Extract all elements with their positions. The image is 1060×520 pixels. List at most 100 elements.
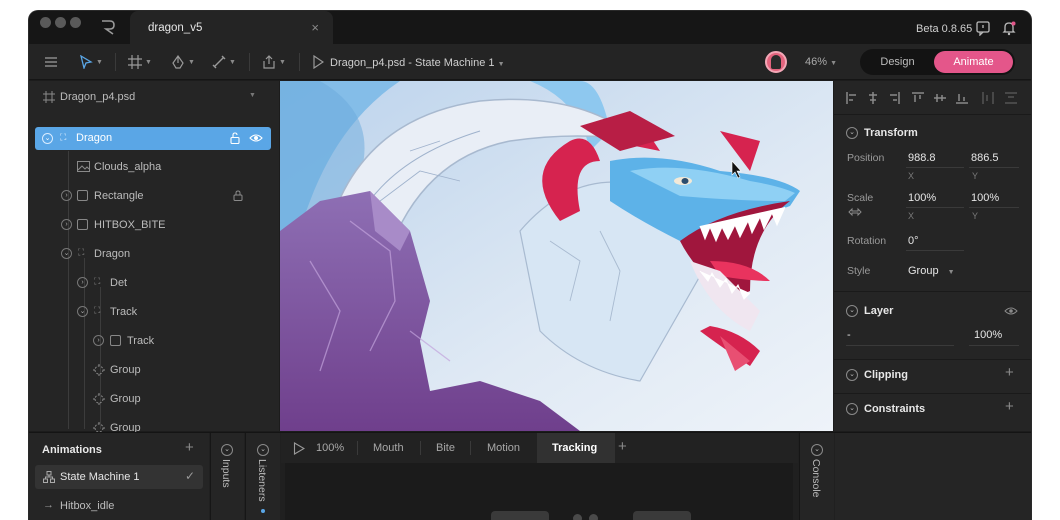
lock-icon[interactable] bbox=[233, 190, 243, 201]
tree-item-dragon-group[interactable]: ⌄ ⛶ Dragon bbox=[29, 242, 279, 266]
maximize-window-button[interactable] bbox=[70, 17, 81, 28]
state-machine-item[interactable]: State Machine 1 ✓ bbox=[35, 465, 203, 489]
expand-icon[interactable]: › bbox=[77, 277, 88, 288]
tree-item-group-1[interactable]: Group bbox=[29, 358, 279, 382]
x-axis-label: X bbox=[908, 171, 915, 181]
export-tool-button[interactable]: ▼ bbox=[262, 53, 286, 71]
transition-handle[interactable] bbox=[573, 514, 582, 520]
field-underline bbox=[906, 167, 964, 168]
unlock-icon[interactable] bbox=[229, 132, 241, 144]
collapse-icon[interactable]: ⌄ bbox=[846, 403, 858, 415]
image-icon bbox=[77, 161, 90, 172]
collapse-icon[interactable]: ⌄ bbox=[61, 248, 72, 259]
distribute-vertical-icon[interactable] bbox=[1005, 92, 1017, 104]
expand-icon[interactable]: › bbox=[93, 335, 104, 346]
distribute-horizontal-icon[interactable] bbox=[982, 92, 994, 104]
bone-tool-button[interactable]: ▼ bbox=[212, 53, 236, 71]
tree-item-rectangle[interactable]: › Rectangle bbox=[29, 184, 279, 208]
link-scale-icon[interactable] bbox=[848, 207, 862, 217]
pointer-icon bbox=[80, 55, 93, 69]
document-tab[interactable]: dragon_v5 × bbox=[130, 11, 333, 44]
field-underline bbox=[906, 207, 964, 208]
collapse-icon[interactable]: ⌄ bbox=[846, 369, 858, 381]
collapse-icon[interactable]: ⌄ bbox=[846, 127, 858, 139]
collapse-icon[interactable]: ⌄ bbox=[846, 305, 858, 317]
design-mode-button[interactable]: Design bbox=[860, 49, 935, 75]
align-center-horizontal-icon[interactable] bbox=[867, 92, 879, 104]
artboard-canvas[interactable] bbox=[280, 81, 833, 431]
collapse-icon[interactable]: ⌄ bbox=[42, 133, 53, 144]
align-top-icon[interactable] bbox=[912, 92, 924, 104]
add-clipping-button[interactable]: + bbox=[1005, 364, 1014, 381]
play-icon[interactable] bbox=[312, 55, 324, 69]
dragon-illustration bbox=[280, 81, 833, 431]
avatar[interactable] bbox=[765, 51, 787, 73]
blend-mode-field[interactable]: - bbox=[847, 329, 851, 341]
select-tool-button[interactable]: ▼ bbox=[79, 53, 103, 71]
state-machine-graph[interactable] bbox=[285, 463, 793, 520]
state-machine-selector[interactable]: Dragon_p4.psd - State Machine 1 ▼ bbox=[330, 57, 505, 69]
collapse-icon[interactable]: ⌄ bbox=[257, 444, 269, 456]
animate-mode-button[interactable]: Animate bbox=[934, 51, 1013, 73]
listeners-panel[interactable]: ⌄ Listeners bbox=[245, 433, 280, 520]
tree-item-track-shape[interactable]: › Track bbox=[29, 329, 279, 353]
toolbar-divider bbox=[115, 53, 116, 71]
add-animation-button[interactable]: + bbox=[185, 439, 194, 456]
expand-icon[interactable]: › bbox=[61, 190, 72, 201]
position-x-field[interactable]: 988.8 bbox=[908, 152, 936, 164]
add-constraint-button[interactable]: + bbox=[1005, 398, 1014, 415]
artboard-tool-button[interactable]: ▼ bbox=[128, 53, 152, 71]
console-panel[interactable]: ⌄ Console bbox=[799, 433, 834, 520]
align-bottom-icon[interactable] bbox=[956, 92, 968, 104]
artboard-row[interactable]: Dragon_p4.psd ▼ bbox=[29, 85, 279, 109]
style-dropdown[interactable]: Group ▼ bbox=[908, 265, 955, 277]
rotation-field[interactable]: 0° bbox=[908, 235, 919, 247]
close-window-button[interactable] bbox=[40, 17, 51, 28]
animation-list-item[interactable]: → Hitbox_idle bbox=[35, 495, 203, 517]
tab-motion[interactable]: Motion bbox=[487, 442, 520, 454]
close-tab-icon[interactable]: × bbox=[311, 20, 319, 35]
minimize-window-button[interactable] bbox=[55, 17, 66, 28]
tab-mouth[interactable]: Mouth bbox=[373, 442, 404, 454]
scale-y-field[interactable]: 100% bbox=[971, 192, 999, 204]
pen-tool-button[interactable]: ▼ bbox=[171, 53, 195, 71]
state-node[interactable] bbox=[491, 511, 549, 520]
scale-x-field[interactable]: 100% bbox=[908, 192, 936, 204]
notifications-bell-icon[interactable] bbox=[1001, 20, 1017, 36]
expand-icon[interactable]: › bbox=[61, 219, 72, 230]
style-value: Group bbox=[908, 265, 939, 277]
feedback-icon[interactable] bbox=[975, 20, 991, 36]
collapse-icon[interactable]: ⌄ bbox=[77, 306, 88, 317]
menu-icon[interactable] bbox=[43, 54, 59, 70]
position-y-field[interactable]: 886.5 bbox=[971, 152, 999, 164]
tree-item-det[interactable]: › ⛶ Det bbox=[29, 271, 279, 295]
add-tab-button[interactable]: + bbox=[618, 438, 627, 455]
inputs-panel[interactable]: ⌄ Inputs bbox=[210, 433, 244, 520]
version-label: Beta 0.8.65 bbox=[916, 23, 973, 35]
chevron-down-icon[interactable]: ▼ bbox=[249, 92, 256, 99]
align-center-vertical-icon[interactable] bbox=[934, 92, 946, 104]
bottom-right-panel bbox=[835, 433, 1031, 520]
timeline-zoom[interactable]: 100% bbox=[316, 442, 344, 454]
tree-item-dragon-selected[interactable]: ⌄ ⛶ Dragon bbox=[35, 127, 271, 150]
tree-item-clouds[interactable]: Clouds_alpha bbox=[29, 155, 279, 179]
rive-logo-icon[interactable] bbox=[101, 19, 115, 35]
inspector-panel: ⌄ Transform Position 988.8 X 886.5 Y Sca… bbox=[834, 81, 1031, 431]
tree-item-hitbox-bite[interactable]: › HITBOX_BITE bbox=[29, 213, 279, 237]
tree-item-track-group[interactable]: ⌄ ⛶ Track bbox=[29, 300, 279, 324]
tree-item-group-2[interactable]: Group bbox=[29, 387, 279, 411]
transition-handle[interactable] bbox=[589, 514, 598, 520]
opacity-field[interactable]: 100% bbox=[974, 329, 1002, 341]
collapse-icon[interactable]: ⌄ bbox=[221, 444, 233, 456]
tab-bite[interactable]: Bite bbox=[436, 442, 455, 454]
collapse-icon[interactable]: ⌄ bbox=[811, 444, 823, 456]
eye-icon[interactable] bbox=[249, 132, 263, 144]
state-node[interactable] bbox=[633, 511, 691, 520]
tab-tracking-active[interactable]: Tracking bbox=[537, 433, 615, 463]
align-right-icon[interactable] bbox=[888, 92, 900, 104]
artboard-name: Dragon_p4.psd bbox=[60, 91, 136, 103]
zoom-selector[interactable]: 46% ▼ bbox=[805, 56, 837, 68]
align-left-icon[interactable] bbox=[846, 92, 858, 104]
eye-icon[interactable] bbox=[1004, 306, 1018, 316]
play-icon[interactable] bbox=[293, 442, 305, 455]
